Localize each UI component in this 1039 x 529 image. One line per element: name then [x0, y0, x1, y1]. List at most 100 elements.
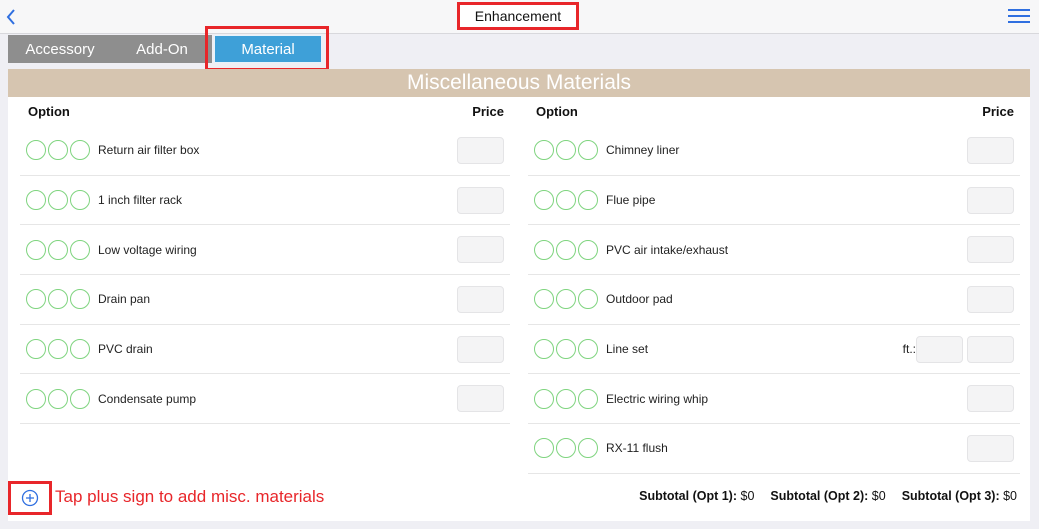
- option-selectors: [26, 289, 92, 310]
- add-hint-text: Tap plus sign to add misc. materials: [55, 487, 325, 506]
- option-2-radio[interactable]: [556, 289, 576, 310]
- option-1-radio[interactable]: [26, 239, 46, 260]
- item-label: Flue pipe: [606, 193, 656, 208]
- option-2-radio[interactable]: [48, 140, 68, 161]
- option-3-radio[interactable]: [70, 140, 90, 161]
- subtotal-opt2: Subtotal (Opt 2): $0: [770, 489, 886, 503]
- item-label: PVC drain: [98, 342, 153, 357]
- option-3-radio[interactable]: [578, 388, 598, 409]
- option-selectors: [534, 239, 600, 260]
- option-2-radio[interactable]: [556, 190, 576, 211]
- option-3-radio[interactable]: [70, 289, 90, 310]
- option-1-radio[interactable]: [26, 289, 46, 310]
- option-1-radio[interactable]: [26, 190, 46, 211]
- option-2-radio[interactable]: [48, 388, 68, 409]
- option-3-radio[interactable]: [578, 239, 598, 260]
- option-2-radio[interactable]: [48, 289, 68, 310]
- item-label: Outdoor pad: [606, 292, 673, 307]
- option-1-radio[interactable]: [26, 339, 46, 360]
- option-3-radio[interactable]: [578, 339, 598, 360]
- option-selectors: [26, 388, 92, 409]
- option-2-radio[interactable]: [48, 190, 68, 211]
- option-1-radio[interactable]: [26, 388, 46, 409]
- price-input[interactable]: [457, 186, 504, 214]
- hamburger-menu-icon[interactable]: [1008, 6, 1030, 26]
- option-header: Option: [28, 104, 70, 119]
- item-label: Low voltage wiring: [98, 242, 197, 257]
- option-3-radio[interactable]: [578, 190, 598, 211]
- option-2-radio[interactable]: [556, 339, 576, 360]
- option-2-radio[interactable]: [48, 339, 68, 360]
- option-1-radio[interactable]: [534, 140, 554, 161]
- price-input[interactable]: [967, 385, 1014, 413]
- price-input[interactable]: [967, 186, 1014, 214]
- item-label: Electric wiring whip: [606, 391, 709, 406]
- tab-accessory[interactable]: Accessory: [8, 35, 112, 63]
- option-3-radio[interactable]: [578, 438, 598, 459]
- page-title: Enhancement: [457, 2, 579, 30]
- option-2-radio[interactable]: [48, 239, 68, 260]
- price-input[interactable]: [457, 136, 504, 164]
- option-selectors: [26, 339, 92, 360]
- price-input[interactable]: [457, 335, 504, 363]
- column-header: Option Price: [528, 97, 1020, 126]
- add-material-button[interactable]: [21, 489, 39, 507]
- option-1-radio[interactable]: [26, 140, 46, 161]
- list-item: PVC drain: [20, 325, 510, 375]
- option-2-radio[interactable]: [556, 438, 576, 459]
- feet-label: ft.:: [902, 342, 916, 357]
- subtotal-opt3: Subtotal (Opt 3): $0: [901, 489, 1017, 503]
- option-3-radio[interactable]: [70, 239, 90, 260]
- item-label: Chimney liner: [606, 143, 680, 158]
- price-input[interactable]: [457, 236, 504, 264]
- price-input[interactable]: [967, 335, 1014, 363]
- option-selectors: [534, 289, 600, 310]
- price-input[interactable]: [967, 136, 1014, 164]
- option-1-radio[interactable]: [534, 239, 554, 260]
- price-input[interactable]: [967, 434, 1014, 462]
- option-selectors: [26, 190, 92, 211]
- option-1-radio[interactable]: [534, 190, 554, 211]
- item-label: Line set: [606, 342, 649, 357]
- option-3-radio[interactable]: [578, 289, 598, 310]
- option-1-radio[interactable]: [534, 388, 554, 409]
- list-item: RX-11 flush: [528, 424, 1020, 474]
- list-item: Line set ft.:: [528, 325, 1020, 375]
- option-selectors: [534, 339, 600, 360]
- item-label: Drain pan: [98, 292, 151, 307]
- list-item: PVC air intake/exhaust: [528, 225, 1020, 276]
- left-column: Option Price Return air filter box 1 inch…: [20, 97, 510, 425]
- option-1-radio[interactable]: [534, 289, 554, 310]
- option-1-radio[interactable]: [534, 438, 554, 459]
- price-header: Price: [472, 104, 504, 119]
- item-label: Condensate pump: [98, 391, 197, 406]
- option-selectors: [26, 140, 92, 161]
- option-selectors: [26, 239, 92, 260]
- column-header: Option Price: [20, 97, 510, 126]
- list-item: Flue pipe: [528, 176, 1020, 226]
- option-selectors: [534, 140, 600, 161]
- option-2-radio[interactable]: [556, 239, 576, 260]
- section-banner: Miscellaneous Materials: [8, 69, 1030, 97]
- list-item: Condensate pump: [20, 374, 510, 425]
- option-2-radio[interactable]: [556, 388, 576, 409]
- option-3-radio[interactable]: [578, 140, 598, 161]
- price-input[interactable]: [967, 285, 1014, 313]
- materials-panel: Miscellaneous Materials Option Price Ret…: [8, 69, 1030, 521]
- option-2-radio[interactable]: [556, 140, 576, 161]
- feet-input[interactable]: [916, 335, 963, 363]
- option-selectors: [534, 190, 600, 211]
- item-label: RX-11 flush: [606, 441, 668, 456]
- option-3-radio[interactable]: [70, 339, 90, 360]
- option-3-radio[interactable]: [70, 388, 90, 409]
- price-input[interactable]: [967, 236, 1014, 264]
- option-1-radio[interactable]: [534, 339, 554, 360]
- back-button[interactable]: [3, 6, 19, 28]
- price-input[interactable]: [457, 285, 504, 313]
- list-item: 1 inch filter rack: [20, 176, 510, 226]
- tab-material[interactable]: Material: [214, 35, 322, 63]
- price-input[interactable]: [457, 385, 504, 413]
- tab-add-on[interactable]: Add-On: [112, 35, 212, 63]
- option-3-radio[interactable]: [70, 190, 90, 211]
- item-label: 1 inch filter rack: [98, 193, 183, 208]
